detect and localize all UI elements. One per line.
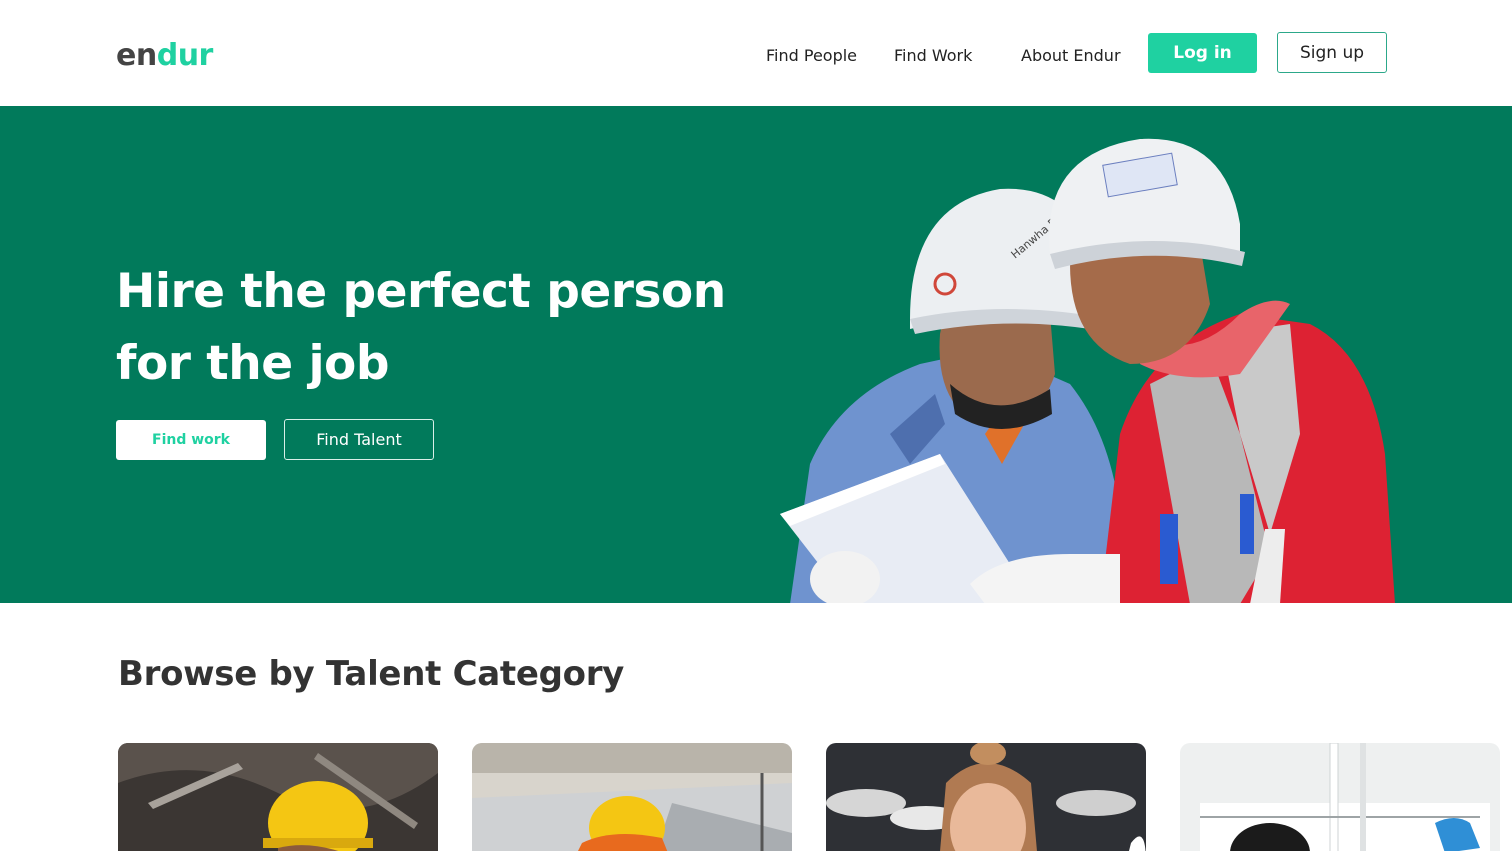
hero-section: Hire the perfect person for the job Find…	[0, 106, 1512, 603]
nav-find-people[interactable]: Find People	[766, 46, 857, 65]
hero-workers-image: Hanwha E	[780, 138, 1395, 603]
category-card-image	[1180, 743, 1500, 851]
signup-button[interactable]: Sign up	[1277, 32, 1387, 73]
category-card-image	[826, 743, 1146, 851]
category-card[interactable]	[472, 743, 792, 851]
nav-find-work[interactable]: Find Work	[894, 46, 972, 65]
category-card[interactable]	[826, 743, 1146, 851]
find-talent-button[interactable]: Find Talent	[284, 419, 434, 460]
endur-logo[interactable]: endur	[116, 38, 213, 73]
logo-text-dur: dur	[156, 38, 214, 73]
find-work-button[interactable]: Find work	[116, 420, 266, 460]
logo-text-en: en	[116, 38, 157, 73]
hero-title: Hire the perfect person for the job	[116, 264, 726, 391]
category-card-image	[472, 743, 792, 851]
browse-section-title: Browse by Talent Category	[118, 654, 625, 694]
nav-about-endur[interactable]: About Endur	[1021, 46, 1121, 65]
category-card[interactable]	[1180, 743, 1500, 851]
login-button[interactable]: Log in	[1148, 33, 1257, 73]
site-header: endur Find People Find Work About Endur …	[0, 0, 1512, 106]
category-card[interactable]	[118, 743, 438, 851]
category-card-image	[118, 743, 438, 851]
